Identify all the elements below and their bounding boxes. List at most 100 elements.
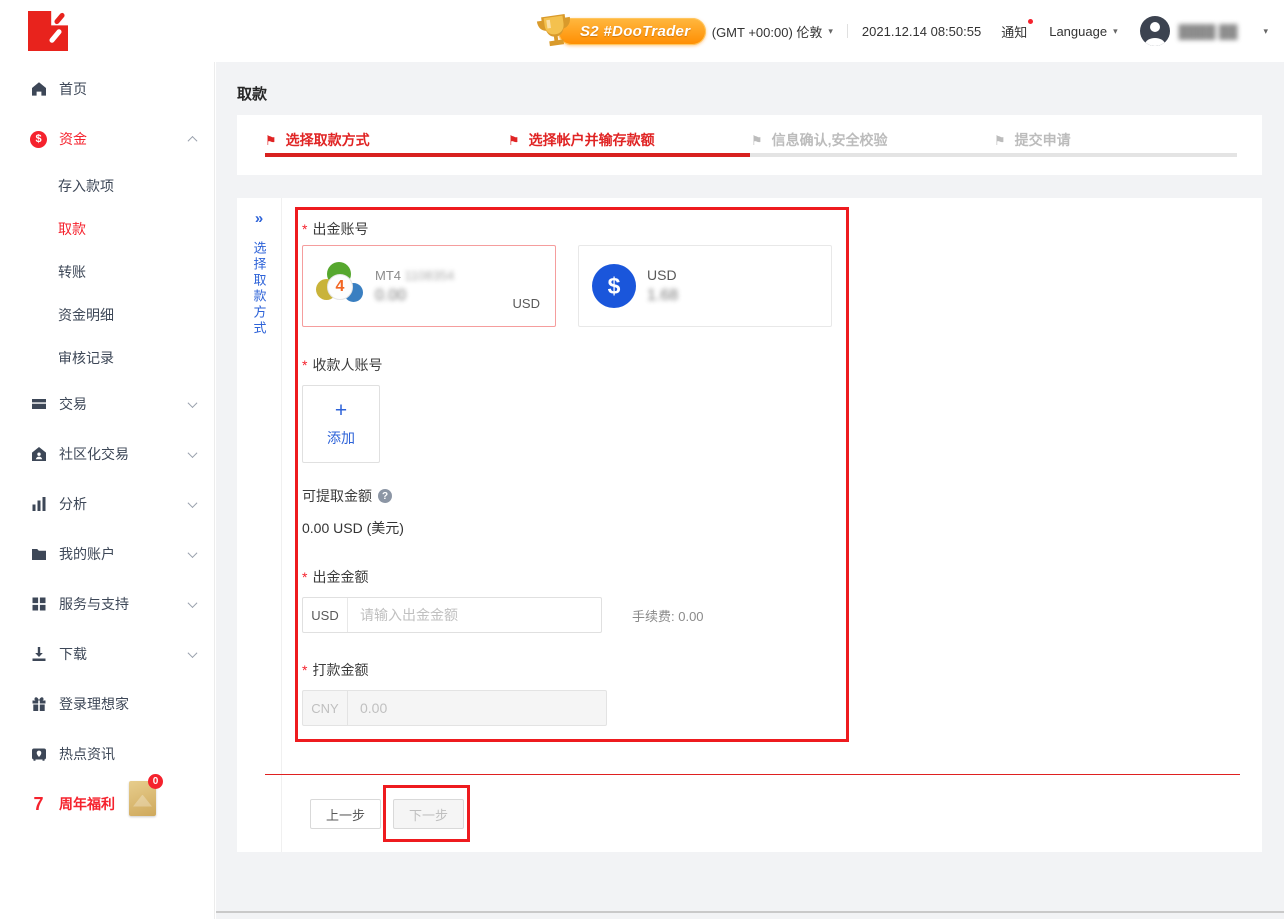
sidebar-item-label: 取款 [58,219,86,239]
payout-amount-group: CNY [302,690,607,726]
funds-icon [30,131,47,148]
chevron-down-icon [188,448,198,458]
notifications-link[interactable]: 通知 [1001,22,1027,41]
step-progress-bar [265,153,750,157]
withdrawable-amount-label: 可提取金额 ? [302,486,392,506]
sidebar-item-home[interactable]: 首页 [0,64,214,114]
mt4-balance: 0.00 [375,287,454,305]
mt4-account-number: MT4 1108354 [375,268,454,283]
mt4-account-card[interactable]: 4 MT4 1108354 0.00 USD [302,245,556,327]
wallet-info: USD 1.68 [647,267,678,305]
field-label: 出金金额 [312,567,368,587]
home-icon [30,81,47,98]
sidebar-item-funds[interactable]: 资金 [0,114,214,164]
envelope-icon[interactable]: 0 [129,781,156,816]
sidebar-item-label: 分析 [59,494,87,514]
competition-badge[interactable]: S2 #DooTrader [536,12,706,50]
withdraw-amount-row: USD 手续费: 0.00 [302,597,704,633]
add-payee-button[interactable]: + 添加 [302,385,380,463]
sidebar-item-label: 首页 [59,79,87,99]
sidebar-item-community-trading[interactable]: 社区化交易 [0,429,214,479]
step-submit: ⚑ 提交申请 [994,130,1237,150]
sidebar-item-label: 转账 [58,262,86,282]
step-choose-account-amount[interactable]: ⚑ 选择帐户并输存款额 [508,130,751,150]
language-selector[interactable]: Language ▾ [1049,24,1117,39]
sidebar-item-label: 登录理想家 [59,694,129,714]
required-asterisk: * [302,662,307,678]
analysis-icon [30,496,47,513]
sidebar-item-hot-news[interactable]: 热点资讯 [0,729,214,779]
payout-amount-row: CNY [302,690,607,726]
sidebar-item-download[interactable]: 下载 [0,629,214,679]
header-right: (GMT +00:00) 伦敦 ▾ 2021.12.14 08:50:55 通知… [712,0,1268,62]
chevron-down-icon [188,598,198,608]
mt4-number-redacted: 1108354 [405,268,455,283]
flag-icon: ⚑ [508,134,520,147]
sidebar-item-withdraw[interactable]: 取款 [0,207,214,250]
sidebar-item-deposit[interactable]: 存入款项 [0,164,214,207]
withdraw-amount-label: * 出金金额 [302,567,368,587]
wallet-name: USD [647,267,678,283]
brand-logo[interactable] [28,11,68,51]
field-label: 可提取金额 [302,486,372,506]
user-menu-chevron-icon[interactable]: ▾ [1263,26,1268,37]
timezone-label: (GMT +00:00) 伦敦 [712,22,823,41]
section-divider [265,774,1240,775]
chevron-down-icon: ▾ [1113,26,1118,37]
seven-numeral: 7 [30,794,47,815]
payee-account-label: * 收款人账号 [302,355,382,375]
sidebar-item-support[interactable]: 服务与支持 [0,579,214,629]
sidebar-item-fund-details[interactable]: 资金明细 [0,293,214,336]
sidebar-item-transfer[interactable]: 转账 [0,250,214,293]
sidebar-item-anniversary[interactable]: 7 周年福利 0 [0,779,214,829]
step-label: 选择帐户并输存款额 [529,130,655,150]
sidebar-item-audit-records[interactable]: 审核记录 [0,336,214,379]
field-label: 出金账号 [312,219,368,239]
badge-count: 0 [148,774,163,789]
help-icon[interactable]: ? [378,489,392,503]
trade-icon [30,396,47,413]
withdraw-amount-input[interactable] [348,598,601,632]
prev-step-button[interactable]: 上一步 [310,799,381,829]
add-payee-label: 添加 [327,428,355,448]
sidebar-item-label: 资金 [59,129,87,149]
mt4-logo-icon: 4 [316,262,364,310]
sidebar-item-label: 周年福利 [59,794,115,814]
usd-wallet-card[interactable]: USD 1.68 [578,245,832,327]
sidebar-item-trade[interactable]: 交易 [0,379,214,429]
next-step-button[interactable]: 下一步 [393,799,464,829]
sidebar-item-label: 服务与支持 [59,594,129,614]
sidebar-item-label: 热点资讯 [59,744,115,764]
timezone-selector[interactable]: (GMT +00:00) 伦敦 ▾ [712,22,833,41]
server-datetime: 2021.12.14 08:50:55 [862,24,981,39]
username[interactable]: ████ ██ [1179,24,1238,39]
flag-icon: ⚑ [751,134,763,147]
gift-icon [30,696,47,713]
sidebar-item-label: 社区化交易 [59,444,129,464]
vertical-tab-choose-method[interactable]: 选择取款方式 [250,241,269,337]
avatar[interactable] [1140,16,1170,46]
chevron-down-icon [188,548,198,558]
sidebar-item-my-account[interactable]: 我的账户 [0,529,214,579]
fee-label: 手续费: 0.00 [632,606,704,625]
currency-prefix: CNY [303,691,348,725]
withdraw-amount-group: USD [302,597,602,633]
sidebar-item-analysis[interactable]: 分析 [0,479,214,529]
sidebar-menu: 首页 资金 存入款项 取款 转账 资金明细 审核记录 交易 [0,62,214,829]
currency-prefix: USD [303,598,348,632]
badge-pill: S2 #DooTrader [558,18,706,45]
chevron-down-icon [188,398,198,408]
step-choose-method[interactable]: ⚑ 选择取款方式 [265,130,508,150]
collapse-chevron-icon[interactable]: » [237,210,281,227]
step-label: 提交申请 [1015,130,1071,150]
news-pin-icon [30,746,47,763]
main-area: 取款 ⚑ 选择取款方式 ⚑ 选择帐户并输存款额 ⚑ 信息确认,安全校验 ⚑ 提交… [216,62,1284,919]
plus-icon: + [335,400,347,421]
flag-icon: ⚑ [994,134,1006,147]
grid-icon [30,596,47,613]
sidebar-item-ideal-home[interactable]: 登录理想家 [0,679,214,729]
collapse-strip: » 选择取款方式 [237,198,282,852]
required-asterisk: * [302,357,307,373]
step-label: 选择取款方式 [286,130,370,150]
withdrawable-amount-value: 0.00 USD (美元) [302,518,404,538]
